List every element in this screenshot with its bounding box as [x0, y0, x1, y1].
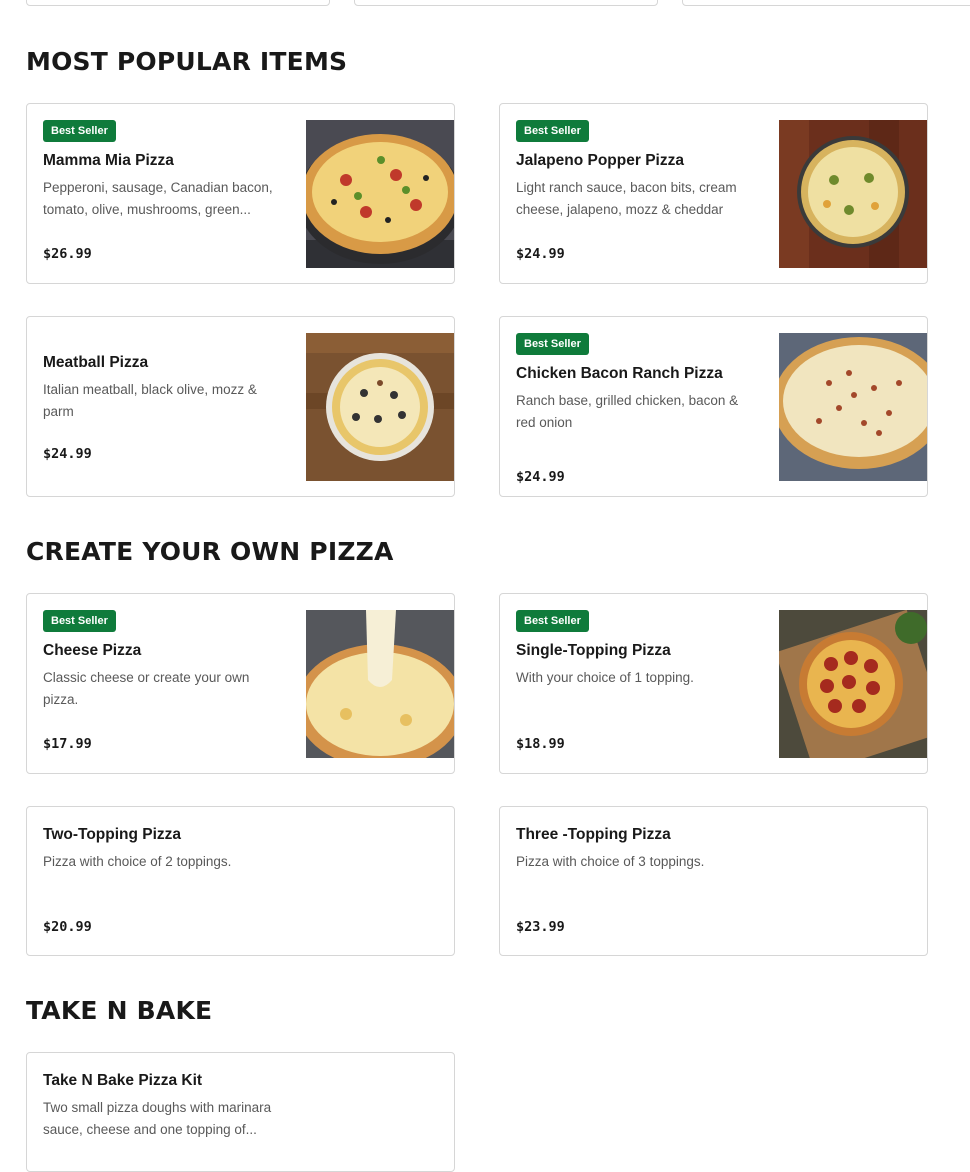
previous-card[interactable]	[26, 0, 330, 6]
section-title-take-n-bake: TAKE N BAKE	[26, 996, 213, 1025]
item-name: Two-Topping Pizza	[43, 826, 182, 843]
item-image	[306, 120, 454, 268]
section-title-create-your-own: CREATE YOUR OWN PIZZA	[26, 537, 394, 566]
previous-row-cards	[26, 0, 970, 6]
item-image	[306, 610, 454, 758]
section-title-most-popular: MOST POPULAR ITEMS	[26, 47, 348, 76]
item-name: Mamma Mia Pizza	[43, 152, 174, 169]
item-price: $20.99	[43, 919, 92, 935]
item-price: $26.99	[43, 246, 92, 262]
menu-item-card[interactable]: Best Seller Jalapeno Popper Pizza Light …	[499, 103, 928, 284]
item-name: Jalapeno Popper Pizza	[516, 152, 684, 169]
item-image	[779, 610, 927, 758]
best-seller-badge: Best Seller	[43, 120, 116, 142]
item-description: Classic cheese or create your own pizza.	[43, 670, 250, 707]
item-image	[779, 120, 927, 268]
item-name: Three -Topping Pizza	[516, 826, 671, 843]
menu-item-card[interactable]: Best Seller Cheese Pizza Classic cheese …	[26, 593, 455, 774]
previous-card[interactable]	[682, 0, 970, 6]
item-price: $18.99	[516, 736, 565, 752]
best-seller-badge: Best Seller	[516, 333, 589, 355]
item-name: Meatball Pizza	[43, 354, 149, 371]
menu-item-card[interactable]: Three -Topping Pizza Pizza with choice o…	[499, 806, 928, 956]
menu-item-card[interactable]: Best Seller Single-Topping Pizza With yo…	[499, 593, 928, 774]
item-description: Two small pizza doughs with marinara sau…	[43, 1100, 272, 1137]
item-price: $24.99	[43, 446, 92, 462]
item-name: Chicken Bacon Ranch Pizza	[516, 365, 723, 382]
best-seller-badge: Best Seller	[43, 610, 116, 632]
item-description: Pizza with choice of 2 toppings.	[43, 854, 232, 869]
menu-item-card[interactable]: Best Seller Chicken Bacon Ranch Pizza Ra…	[499, 316, 928, 497]
item-description: Pepperoni, sausage, Canadian bacon, toma…	[43, 180, 273, 217]
menu-item-card[interactable]: Best Seller Mamma Mia Pizza Pepperoni, s…	[26, 103, 455, 284]
item-name: Single-Topping Pizza	[516, 642, 671, 659]
item-price: $17.99	[43, 736, 92, 752]
menu-item-card[interactable]: Take N Bake Pizza Kit Two small pizza do…	[26, 1052, 455, 1172]
best-seller-badge: Best Seller	[516, 610, 589, 632]
item-image	[306, 333, 454, 481]
previous-card[interactable]	[354, 0, 658, 6]
item-price: $23.99	[516, 919, 565, 935]
item-image	[779, 333, 927, 481]
item-price: $24.99	[516, 469, 565, 485]
item-description: Light ranch sauce, bacon bits, cream che…	[516, 180, 737, 217]
item-description: With your choice of 1 topping.	[516, 670, 694, 685]
item-description: Italian meatball, black olive, mozz & pa…	[43, 382, 257, 419]
item-price: $24.99	[516, 246, 565, 262]
item-description: Ranch base, grilled chicken, bacon & red…	[516, 393, 739, 430]
item-name: Cheese Pizza	[43, 642, 142, 659]
menu-item-card[interactable]: Meatball Pizza Italian meatball, black o…	[26, 316, 455, 497]
menu-item-card[interactable]: Two-Topping Pizza Pizza with choice of 2…	[26, 806, 455, 956]
item-name: Take N Bake Pizza Kit	[43, 1072, 203, 1089]
item-description: Pizza with choice of 3 toppings.	[516, 854, 705, 869]
best-seller-badge: Best Seller	[516, 120, 589, 142]
